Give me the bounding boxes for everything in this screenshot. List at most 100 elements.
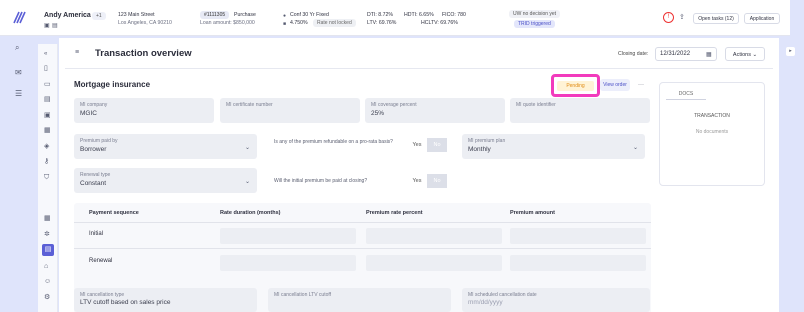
chevron-down-icon: ⌄ bbox=[245, 145, 251, 151]
tag-icon[interactable]: ◈ bbox=[44, 143, 49, 151]
initial-paid-no[interactable]: No bbox=[427, 174, 447, 188]
table-divider bbox=[74, 222, 651, 223]
calendar-icon: ▣ bbox=[44, 23, 50, 29]
premium-paid-by-value: Borrower bbox=[80, 146, 107, 153]
closing-date-value: 12/31/2022 bbox=[660, 51, 691, 57]
folder-icon[interactable]: ▭ bbox=[44, 81, 51, 89]
renewal-type-label: Renewal type bbox=[80, 172, 111, 178]
expand-panel-icon[interactable]: ▸ bbox=[786, 47, 795, 56]
loan-number-badge[interactable]: #1111305 bbox=[200, 11, 230, 19]
card-icon[interactable]: ▣ bbox=[44, 112, 51, 120]
dti-value: DTI: 8.72% bbox=[367, 12, 393, 18]
trid-badge: TRID triggered bbox=[514, 20, 555, 28]
refundable-toggle[interactable]: Yes No bbox=[407, 138, 447, 152]
renewal-rate-input[interactable] bbox=[366, 255, 502, 271]
global-nav: ⌕ ✉ ☰ bbox=[0, 36, 37, 312]
scheduled-cancellation-field[interactable]: MI scheduled cancellation date mm/dd/yyy… bbox=[462, 288, 650, 312]
initial-duration-input[interactable] bbox=[220, 228, 356, 244]
actions-label: Actions bbox=[732, 52, 751, 58]
alert-icon[interactable]: ! bbox=[663, 12, 674, 23]
grid-icon[interactable]: ▦ bbox=[44, 215, 51, 223]
pending-highlight: Pending bbox=[551, 74, 600, 97]
mi-company-field[interactable]: MI company MGIC bbox=[74, 98, 214, 123]
address-line1: 123 Main Street bbox=[118, 12, 155, 18]
premium-paid-by-select[interactable]: Premium paid by Borrower ⌄ bbox=[74, 134, 257, 159]
closing-date-input[interactable]: 12/31/2022 ▦ bbox=[655, 47, 717, 61]
row-renewal-label: Renewal bbox=[89, 258, 113, 264]
id-card-icon[interactable]: ▤ bbox=[44, 96, 51, 104]
product-icon: ● bbox=[283, 13, 287, 19]
status-badge[interactable]: Pending bbox=[557, 81, 594, 91]
lock-icon: ▤ bbox=[52, 23, 58, 29]
open-tasks-button[interactable]: Open tasks (12) bbox=[693, 13, 739, 24]
mi-premium-plan-select[interactable]: MI premium plan Monthly ⌄ bbox=[462, 134, 645, 159]
actions-button[interactable]: Actions ⌄ bbox=[725, 47, 765, 61]
app-logo-icon bbox=[13, 11, 26, 24]
loan-purpose: Purchase bbox=[234, 12, 256, 18]
key-icon[interactable]: ⚷ bbox=[44, 158, 49, 166]
renewal-amount-input[interactable] bbox=[510, 255, 646, 271]
mi-certificate-field[interactable]: MI certificate number bbox=[220, 98, 360, 123]
mi-company-label: MI company bbox=[80, 102, 108, 108]
view-order-button[interactable]: View order bbox=[600, 79, 630, 91]
shield-icon[interactable]: ⛉ bbox=[44, 174, 49, 182]
people-icon[interactable]: ☺ bbox=[44, 278, 51, 286]
mi-quote-field[interactable]: MI quote identifier bbox=[510, 98, 650, 123]
cancellation-type-select[interactable]: MI cancellation type LTV cutoff based on… bbox=[74, 288, 257, 312]
cancellation-type-value: LTV cutoff based on sales price bbox=[80, 299, 171, 306]
mi-coverage-label: MI coverage percent bbox=[371, 102, 417, 108]
renewal-type-value: Constant bbox=[80, 180, 107, 187]
application-button[interactable]: Application bbox=[744, 13, 780, 24]
renewal-type-select[interactable]: Renewal type Constant ⌄ bbox=[74, 168, 257, 193]
list-icon[interactable]: ☰ bbox=[15, 90, 22, 98]
chevron-down-icon: ⌄ bbox=[245, 179, 251, 185]
initial-rate-input[interactable] bbox=[366, 228, 502, 244]
cancellation-ltv-field[interactable]: MI cancellation LTV cutoff bbox=[268, 288, 451, 312]
right-rail: ▸ bbox=[779, 38, 804, 312]
page-title: Transaction overview bbox=[95, 48, 192, 59]
initial-paid-question: Will the initial premium be paid at clos… bbox=[274, 178, 368, 184]
chevron-down-icon: ⌄ bbox=[752, 52, 758, 58]
mi-quote-label: MI quote identifier bbox=[516, 102, 556, 108]
search-icon[interactable]: ⌕ bbox=[15, 44, 19, 52]
scheduled-cancellation-label: MI scheduled cancellation date bbox=[468, 292, 537, 298]
interest-rate: 4.750% bbox=[290, 20, 308, 26]
mi-certificate-label: MI certificate number bbox=[226, 102, 273, 108]
home-icon[interactable]: ⌂ bbox=[44, 263, 48, 271]
transaction-overview-icon[interactable]: ▤ bbox=[42, 244, 54, 256]
header-divider bbox=[65, 68, 773, 69]
mi-coverage-field[interactable]: MI coverage percent 25% bbox=[365, 98, 505, 123]
gear-icon[interactable]: ✲ bbox=[44, 231, 50, 239]
initial-amount-input[interactable] bbox=[510, 228, 646, 244]
rate-lock-icon: ■ bbox=[283, 21, 287, 27]
initial-paid-toggle[interactable]: Yes No bbox=[407, 174, 447, 188]
collapse-icon[interactable]: « bbox=[44, 50, 47, 58]
closing-date-label: Closing date: bbox=[618, 51, 649, 57]
refundable-yes[interactable]: Yes bbox=[407, 138, 427, 152]
row-initial-label: Initial bbox=[89, 231, 104, 237]
ltv-value: LTV: 69.76% bbox=[367, 20, 397, 26]
rate-lock-status: Rate not locked bbox=[313, 19, 356, 27]
borrower-name[interactable]: Andy America bbox=[44, 12, 91, 19]
uw-status-badge: UW no decision yet bbox=[509, 10, 561, 18]
docs-tab[interactable]: DOCS bbox=[666, 88, 706, 100]
docs-panel: DOCS TRANSACTION No documents bbox=[659, 82, 765, 186]
borrower-count-badge[interactable]: +1 bbox=[92, 12, 106, 20]
settings-icon[interactable]: ⚙ bbox=[44, 294, 50, 302]
upload-icon[interactable]: ⇪ bbox=[679, 14, 685, 22]
mi-coverage-value: 25% bbox=[371, 110, 385, 117]
refundable-no[interactable]: No bbox=[427, 138, 447, 152]
docs-empty-text: No documents bbox=[695, 129, 729, 135]
more-options-icon[interactable]: ··· bbox=[638, 81, 644, 89]
mi-premium-plan-label: MI premium plan bbox=[468, 138, 506, 144]
calendar-nav-icon[interactable]: ▦ bbox=[44, 127, 51, 135]
table-divider bbox=[74, 248, 651, 249]
renewal-duration-input[interactable] bbox=[220, 255, 356, 271]
calendar-picker-icon[interactable]: ▦ bbox=[706, 51, 712, 59]
document-icon[interactable]: ▯ bbox=[44, 65, 48, 73]
mail-icon[interactable]: ✉ bbox=[15, 69, 22, 77]
initial-paid-yes[interactable]: Yes bbox=[407, 174, 427, 188]
table-header-amount: Premium amount bbox=[510, 210, 555, 216]
fico-value: FICO: 780 bbox=[442, 12, 466, 18]
menu-icon[interactable]: ≡ bbox=[75, 49, 79, 57]
